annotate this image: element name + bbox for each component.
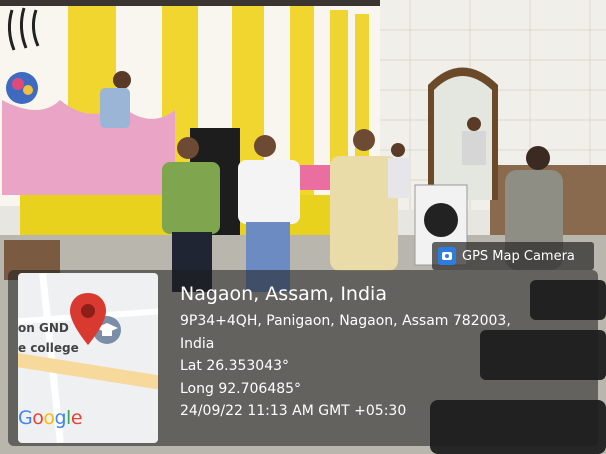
address-line-1: 9P34+4QH, Panigaon, Nagaon, Assam 782003… (180, 313, 511, 329)
latitude: Lat 26.353043° (180, 358, 290, 374)
map-label-top: on GND (18, 321, 69, 335)
datetime: 24/09/22 11:13 AM GMT +05:30 (180, 403, 407, 419)
photo-frame: GPS Map Camera on GND e college Google N… (0, 0, 606, 454)
google-logo: Google (18, 407, 83, 429)
longitude: Long 92.706485° (180, 380, 302, 397)
map-road-major (18, 351, 158, 393)
map-thumbnail: on GND e college Google (18, 273, 158, 443)
location-title: Nagaon, Assam, India (180, 283, 387, 305)
map-pin-icon (70, 293, 106, 345)
gps-camera-label: GPS Map Camera (462, 248, 575, 264)
address-line-2: India (180, 335, 215, 352)
location-info: Nagaon, Assam, India 9P34+4QH, Panigaon,… (180, 282, 511, 423)
gps-camera-badge: GPS Map Camera (432, 242, 594, 270)
camera-icon (438, 247, 456, 265)
